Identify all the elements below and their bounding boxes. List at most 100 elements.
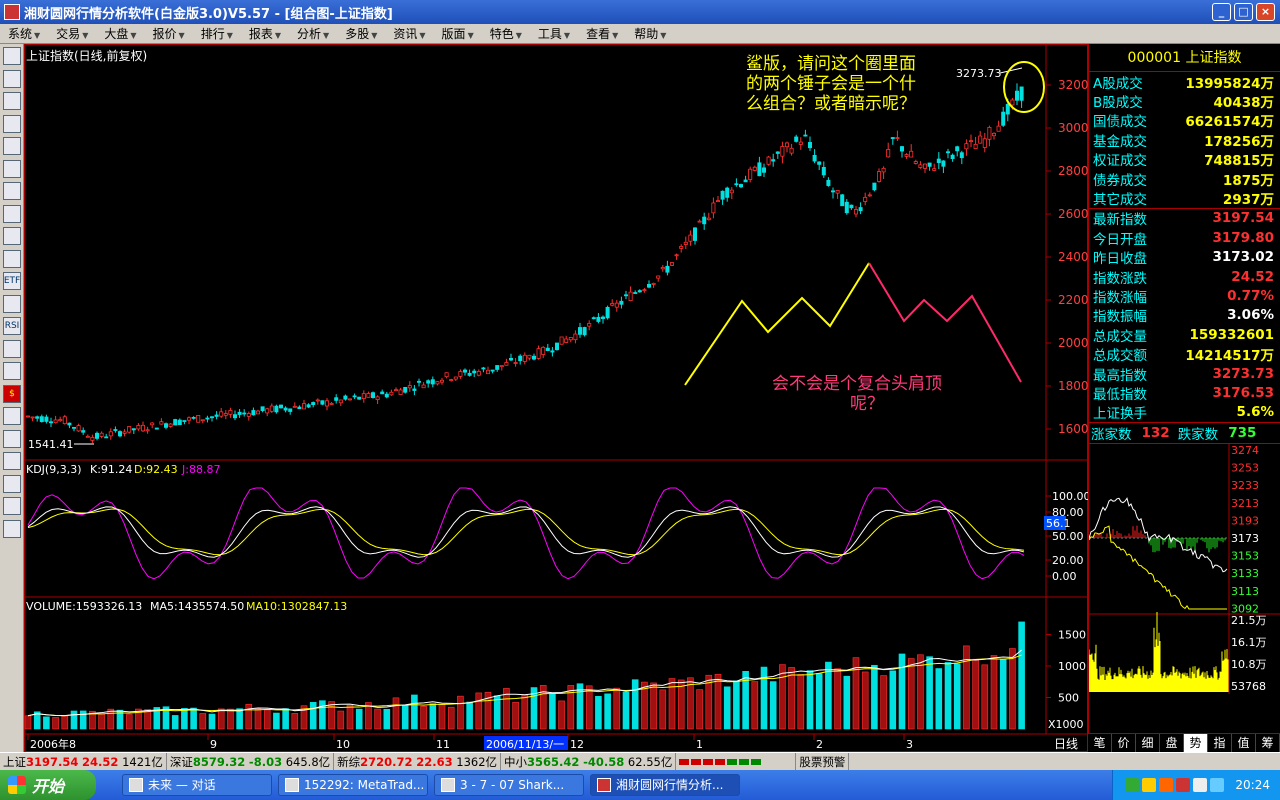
grid-icon[interactable] <box>3 69 21 88</box>
f10-icon[interactable] <box>3 227 21 245</box>
candle-body <box>785 142 790 148</box>
panel-tab[interactable]: 势 <box>1184 734 1208 752</box>
etf-icon[interactable]: ETF <box>3 272 21 290</box>
multi-icon[interactable] <box>3 362 21 380</box>
wave-icon[interactable] <box>3 294 21 313</box>
menu-item[interactable]: 大盘 ▼ <box>96 25 144 42</box>
candle-body <box>177 419 182 426</box>
volume-bar <box>963 645 970 730</box>
menu-item[interactable]: 资讯 ▼ <box>385 25 433 42</box>
tray-ime-icon[interactable] <box>1210 778 1225 792</box>
tray-shield-icon[interactable] <box>1176 778 1191 792</box>
panel-tab[interactable]: 细 <box>1136 734 1160 752</box>
link-icon[interactable] <box>3 407 21 425</box>
candle-body <box>821 166 826 176</box>
status-sme[interactable]: 中小3565.42 -40.58 62.55亿 <box>501 753 677 770</box>
panel-tab[interactable]: 价 <box>1112 734 1136 752</box>
menu-item[interactable]: 查看 ▼ <box>578 25 626 42</box>
arrow-down-icon[interactable] <box>3 519 21 538</box>
menu-item[interactable]: 工具 ▼ <box>530 25 578 42</box>
minimize-button[interactable]: _ <box>1212 3 1231 21</box>
candle-body <box>877 171 882 182</box>
rsi-icon[interactable]: RSI <box>3 317 21 335</box>
volume-bar <box>254 708 262 730</box>
candle-body <box>90 436 95 441</box>
move-icon[interactable] <box>3 474 21 493</box>
quote-icon[interactable] <box>3 47 21 65</box>
candle-body <box>720 190 725 200</box>
intraday-chart[interactable]: 3274325332333213319331733153313331133092… <box>1088 444 1280 714</box>
tray-app-icon[interactable] <box>1125 778 1140 792</box>
status-new[interactable]: 新综2720.72 22.63 1362亿 <box>334 753 502 770</box>
stock-alert[interactable]: 股票预警 <box>796 753 850 770</box>
volume-bar <box>208 713 216 730</box>
quote-label: 总成交量 <box>1093 328 1147 345</box>
quote-value: 2937万 <box>1222 192 1274 209</box>
maximize-button[interactable]: □ <box>1234 3 1253 21</box>
tray-network-icon[interactable] <box>1159 778 1174 792</box>
volume-bar <box>401 705 409 730</box>
close-button[interactable]: × <box>1256 3 1275 21</box>
tray-people-icon[interactable] <box>1142 778 1157 792</box>
pencil-icon[interactable] <box>3 452 21 470</box>
menu-item[interactable]: 版面 ▼ <box>434 25 482 42</box>
task-browser[interactable]: 3 - 7 - 07 Shark... <box>434 774 584 796</box>
candle-body <box>849 204 854 209</box>
panel-tab[interactable]: 笔 <box>1088 734 1112 752</box>
menu-item[interactable]: 排行 ▼ <box>193 25 241 42</box>
candle-body <box>651 282 656 285</box>
mail-icon[interactable] <box>3 182 21 200</box>
menu-item[interactable]: 报价 ▼ <box>145 25 193 42</box>
candle-body <box>232 414 237 419</box>
line-chart-icon[interactable] <box>3 92 21 110</box>
quote-label: 最低指数 <box>1093 386 1147 403</box>
volume-bar <box>604 693 611 730</box>
table-icon[interactable] <box>3 159 21 178</box>
candle-body <box>384 393 389 398</box>
title-bar: 湘财圆网行情分析软件(白金版3.0)V5.57 - [组合图-上证指数] _ □… <box>0 0 1280 24</box>
start-button[interactable]: 开始 <box>0 770 96 800</box>
status-shenzhen[interactable]: 深证8579.32 -8.03 645.8亿 <box>167 753 335 770</box>
panel-tab[interactable]: 盘 <box>1160 734 1184 752</box>
task-chat[interactable]: 未来 — 对话 <box>122 774 272 796</box>
candle-body <box>513 362 518 364</box>
annotation-question: 么组合？或者暗示呢？ <box>746 94 916 114</box>
mini-price-tick: 3193 <box>1231 514 1259 527</box>
magnify-icon[interactable] <box>3 249 21 268</box>
candle-body <box>490 369 495 372</box>
task-metatrader[interactable]: 152292: MetaTrad... <box>278 774 428 796</box>
task-trading-app[interactable]: 湘财圆网行情分析... <box>590 774 740 796</box>
candle-body <box>508 357 513 361</box>
menu-label: 版面 <box>441 27 466 41</box>
panel-tab[interactable]: 筹 <box>1256 734 1280 752</box>
dollar-icon[interactable]: $ <box>3 384 21 403</box>
report-icon[interactable] <box>3 137 21 155</box>
outer-frame <box>24 44 1088 752</box>
volume-bar <box>411 694 418 730</box>
list-icon[interactable] <box>3 339 21 358</box>
quote-value: 5.6% <box>1236 404 1274 421</box>
menu-item[interactable]: 报表 ▼ <box>241 25 289 42</box>
menu-item[interactable]: 帮助 ▼ <box>626 25 674 42</box>
exit-icon[interactable] <box>3 429 21 448</box>
menu-item[interactable]: 多股 ▼ <box>337 25 385 42</box>
arrow-up-icon[interactable] <box>3 497 21 515</box>
people-icon[interactable] <box>3 204 21 223</box>
menu-item[interactable]: 分析 ▼ <box>289 25 337 42</box>
volume-bar <box>383 708 391 730</box>
menu-item[interactable]: 特色 ▼ <box>482 25 530 42</box>
kdj-tick-label: 50.00 <box>1052 530 1084 543</box>
status-shanghai[interactable]: 上证3197.54 24.52 1421亿 <box>0 753 167 770</box>
panel-tab[interactable]: 指 <box>1208 734 1232 752</box>
chart-area[interactable]: 3200 3000 2800 2600 2400 2200 2000 1800 1600 上证指数… <box>24 44 1091 752</box>
tray-volume-icon[interactable] <box>1193 778 1208 792</box>
quote-row: 昨日收盘 3173.02 <box>1089 248 1280 267</box>
candle-icon[interactable] <box>3 114 21 133</box>
menu-item[interactable]: 系统 ▼ <box>0 25 48 42</box>
panel-tab[interactable]: 值 <box>1232 734 1256 752</box>
menu-item[interactable]: 交易 ▼ <box>48 25 96 42</box>
chart-svg: 3200 3000 2800 2600 2400 2200 2000 1800 1600 上证指数… <box>24 44 1091 752</box>
candle-body <box>674 254 679 257</box>
candle-body <box>476 371 481 376</box>
volume-bar <box>24 715 32 730</box>
